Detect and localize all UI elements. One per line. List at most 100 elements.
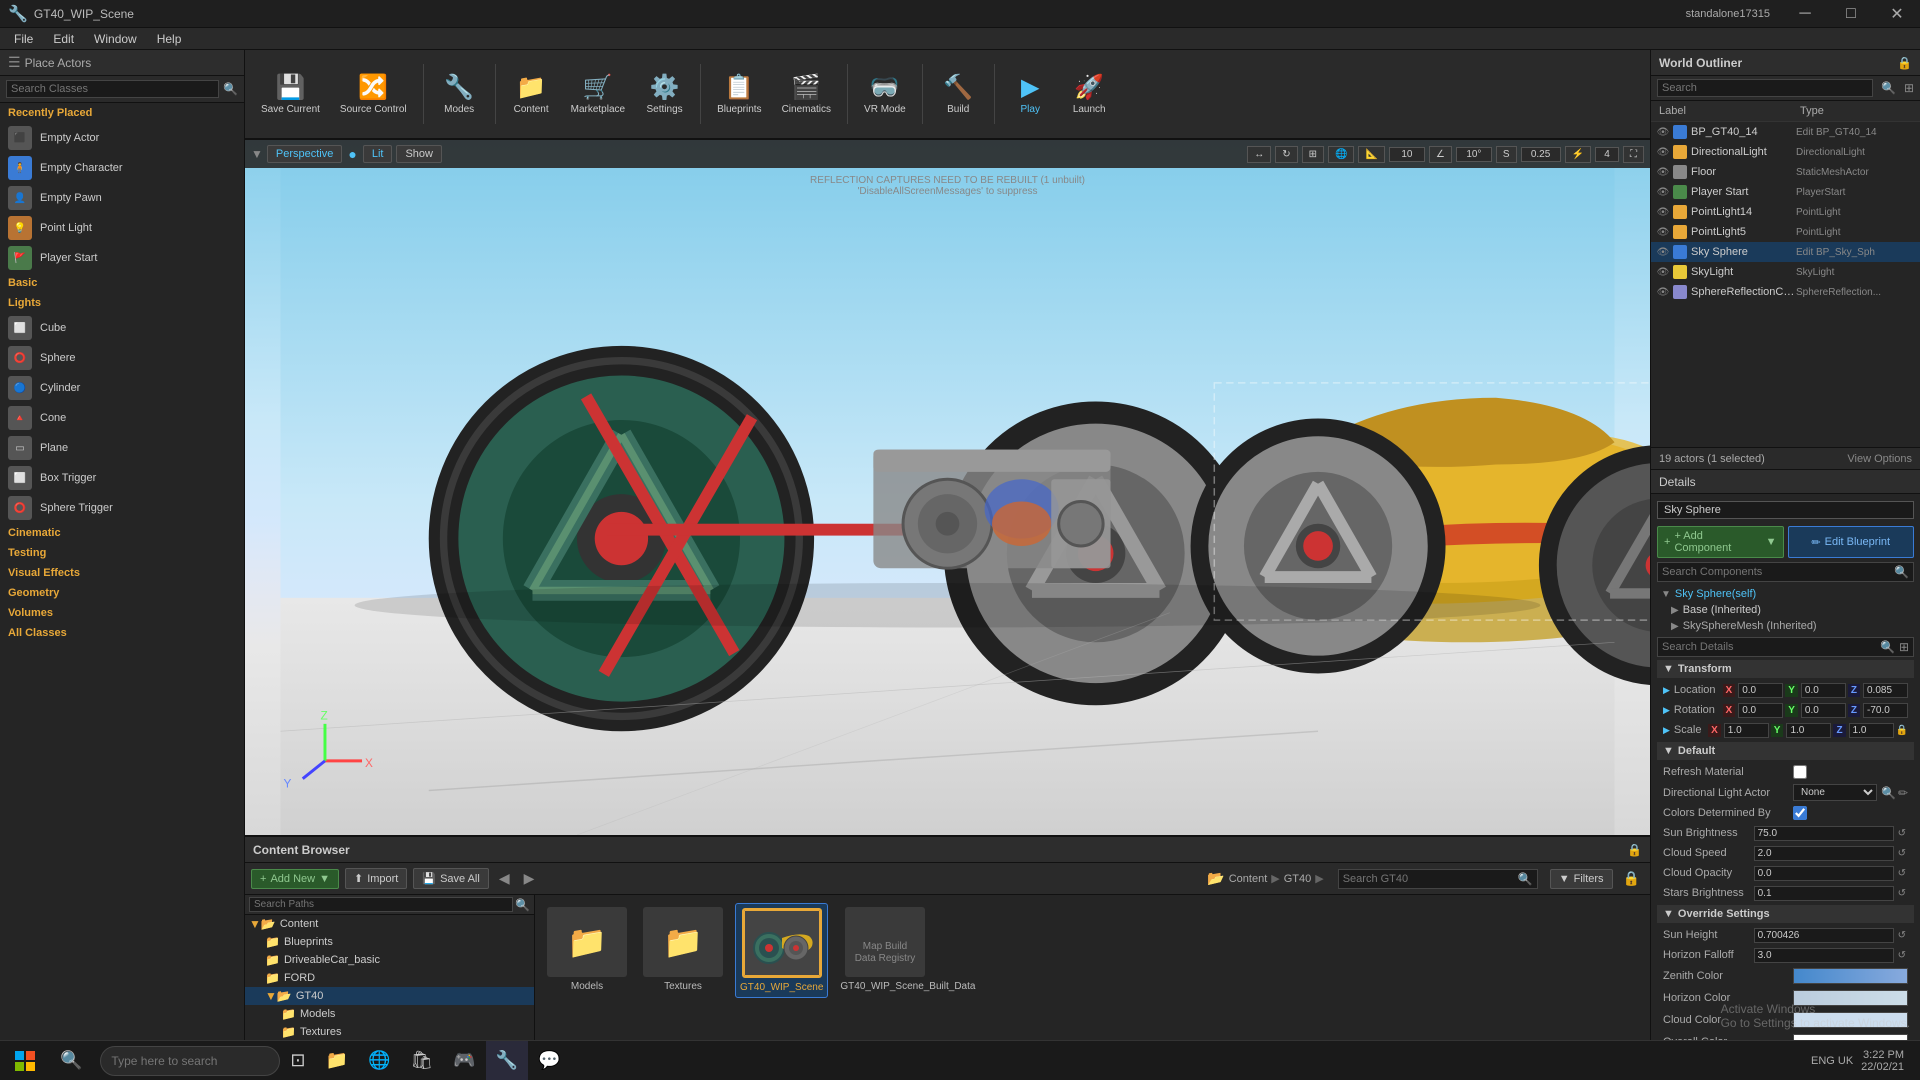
category-testing[interactable]: Testing xyxy=(0,543,244,563)
sun-brightness-input[interactable] xyxy=(1754,826,1894,841)
outliner-row-floor[interactable]: 👁 Floor StaticMeshActor xyxy=(1651,162,1920,182)
taskbar-ue4[interactable]: 🔧 xyxy=(486,1041,528,1080)
horizon-falloff-input[interactable] xyxy=(1754,948,1894,963)
dir-light-actor-select[interactable]: None xyxy=(1793,784,1877,801)
taskbar-start-button[interactable] xyxy=(0,1041,50,1080)
scale-lock-icon[interactable]: 🔒 xyxy=(1896,725,1908,736)
taskbar-app7[interactable]: 💬 xyxy=(528,1041,570,1080)
cloud-opacity-reset[interactable]: ↺ xyxy=(1896,868,1908,879)
folder-textures[interactable]: 📁 Textures xyxy=(245,1023,534,1041)
folder-models[interactable]: 📁 Models xyxy=(245,1005,534,1023)
modes-button[interactable]: 🔧 Modes xyxy=(432,56,487,132)
vis-sky-light[interactable]: 👁 xyxy=(1655,264,1671,280)
cb-search-input[interactable] xyxy=(1343,873,1518,885)
menu-file[interactable]: File xyxy=(4,30,43,48)
category-cinematic[interactable]: Cinematic xyxy=(0,523,244,543)
rotation-x-input[interactable] xyxy=(1738,703,1783,718)
grid-snap-input[interactable] xyxy=(1389,147,1425,162)
actor-plane[interactable]: ▭ Plane xyxy=(0,433,244,463)
outliner-row-bp-gt40[interactable]: 👁 BP_GT40_14 Edit BP_GT40_14 xyxy=(1651,122,1920,142)
vis-sphere-reflect[interactable]: 👁 xyxy=(1655,284,1671,300)
settings-button[interactable]: ⚙️ Settings xyxy=(637,56,692,132)
colors-determined-checkbox[interactable] xyxy=(1793,806,1807,820)
asset-gt40-scene[interactable]: GT40_WIP_Scene xyxy=(735,903,828,998)
asset-gt40-built-data[interactable]: Map Build Data Registry GT40_WIP_Scene_B… xyxy=(836,903,934,996)
outliner-row-point5[interactable]: 👁 PointLight5 PointLight xyxy=(1651,222,1920,242)
taskbar-file-explorer[interactable]: 📁 xyxy=(316,1041,358,1080)
vis-point14[interactable]: 👁 xyxy=(1655,204,1671,220)
cb-lock-icon[interactable]: 🔒 xyxy=(1619,870,1644,887)
scale-icon[interactable]: ⊞ xyxy=(1302,146,1324,163)
vis-dir-light[interactable]: 👁 xyxy=(1655,144,1671,160)
path-content[interactable]: Content xyxy=(1229,873,1268,885)
minimize-button[interactable]: ─ xyxy=(1782,0,1828,28)
component-skyspheremesh[interactable]: ▶ SkySphereMesh (Inherited) xyxy=(1657,618,1914,634)
viewport[interactable]: X Z Y ▼ Perspective ● Lit Show ↔ ↻ ⊞ 🌐 xyxy=(245,140,1650,835)
transform-section-header[interactable]: ▼ Transform xyxy=(1657,660,1914,678)
save-current-button[interactable]: 💾 Save Current xyxy=(253,56,328,132)
world-icon[interactable]: 🌐 xyxy=(1328,146,1354,163)
taskbar-app5[interactable]: 🎮 xyxy=(443,1041,485,1080)
scale-y-input[interactable] xyxy=(1786,723,1831,738)
cloud-opacity-input[interactable] xyxy=(1754,866,1894,881)
dir-light-search-icon[interactable]: 🔍 xyxy=(1881,786,1896,800)
add-new-button[interactable]: + Add New ▼ xyxy=(251,869,339,889)
nav-forward-button[interactable]: ▶ xyxy=(520,870,539,887)
actor-empty-pawn[interactable]: 👤 Empty Pawn xyxy=(0,183,244,213)
search-paths-input[interactable] xyxy=(249,897,513,912)
cam-speed-input[interactable] xyxy=(1595,147,1619,162)
folder-content[interactable]: ▼📂 Content xyxy=(245,915,534,933)
category-visual-effects[interactable]: Visual Effects xyxy=(0,563,244,583)
actor-sphere[interactable]: ⭕ Sphere xyxy=(0,343,244,373)
sun-height-input[interactable] xyxy=(1754,928,1894,943)
outliner-row-dir-light[interactable]: 👁 DirectionalLight DirectionalLight xyxy=(1651,142,1920,162)
category-recently-placed[interactable]: Recently Placed xyxy=(0,103,244,123)
outliner-sort-icon[interactable]: ⊞ xyxy=(1904,81,1914,95)
nav-back-button[interactable]: ◀ xyxy=(495,870,514,887)
taskbar-search[interactable]: 🔍 xyxy=(50,1041,92,1080)
selected-actor-name-input[interactable] xyxy=(1657,501,1914,519)
category-volumes[interactable]: Volumes xyxy=(0,603,244,623)
scale-x-input[interactable] xyxy=(1724,723,1769,738)
actor-empty-actor[interactable]: ⬛ Empty Actor xyxy=(0,123,244,153)
scale-snap-input[interactable] xyxy=(1521,147,1561,162)
component-base-inherited[interactable]: ▶ Base (Inherited) xyxy=(1657,602,1914,618)
override-settings-section-header[interactable]: ▼ Override Settings xyxy=(1657,905,1914,923)
cam-speed-icon[interactable]: ⚡ xyxy=(1565,146,1591,163)
sun-brightness-reset[interactable]: ↺ xyxy=(1896,828,1908,839)
marketplace-button[interactable]: 🛒 Marketplace xyxy=(563,56,633,132)
perspective-button[interactable]: Perspective xyxy=(267,145,342,163)
actor-point-light[interactable]: 💡 Point Light xyxy=(0,213,244,243)
location-z-input[interactable] xyxy=(1863,683,1908,698)
edit-blueprint-button[interactable]: ✏ Edit Blueprint xyxy=(1788,526,1915,558)
save-all-button[interactable]: 💾 Save All xyxy=(413,868,488,889)
vis-player-start[interactable]: 👁 xyxy=(1655,184,1671,200)
outliner-row-player-start[interactable]: 👁 Player Start PlayerStart xyxy=(1651,182,1920,202)
cinematics-button[interactable]: 🎬 Cinematics xyxy=(774,56,839,132)
taskbar-chrome[interactable]: 🌐 xyxy=(358,1041,400,1080)
vis-bp-gt40[interactable]: 👁 xyxy=(1655,124,1671,140)
angle-snap-icon[interactable]: ∠ xyxy=(1429,146,1452,163)
outliner-row-point14[interactable]: 👁 PointLight14 PointLight xyxy=(1651,202,1920,222)
scale-z-input[interactable] xyxy=(1849,723,1894,738)
rotation-z-input[interactable] xyxy=(1863,703,1908,718)
menu-window[interactable]: Window xyxy=(84,30,147,48)
actor-empty-character[interactable]: 🧍 Empty Character xyxy=(0,153,244,183)
actor-sphere-trigger[interactable]: ⭕ Sphere Trigger xyxy=(0,493,244,523)
lit-button[interactable]: Lit xyxy=(363,145,393,163)
translate-icon[interactable]: ↔ xyxy=(1247,146,1271,163)
dir-light-edit-icon[interactable]: ✏ xyxy=(1898,786,1908,800)
category-geometry[interactable]: Geometry xyxy=(0,583,244,603)
category-all-classes[interactable]: All Classes xyxy=(0,623,244,643)
outliner-row-sky-sphere[interactable]: 👁 Sky Sphere Edit BP_Sky_Sph xyxy=(1651,242,1920,262)
horizon-falloff-reset[interactable]: ↺ xyxy=(1896,950,1908,961)
location-x-input[interactable] xyxy=(1738,683,1783,698)
vis-point5[interactable]: 👁 xyxy=(1655,224,1671,240)
actor-cube[interactable]: ⬜ Cube xyxy=(0,313,244,343)
menu-edit[interactable]: Edit xyxy=(43,30,84,48)
angle-snap-input[interactable] xyxy=(1456,147,1492,162)
filters-button[interactable]: ▼ Filters xyxy=(1550,869,1613,889)
cloud-speed-reset[interactable]: ↺ xyxy=(1896,848,1908,859)
zenith-color-swatch[interactable] xyxy=(1793,968,1908,984)
menu-help[interactable]: Help xyxy=(147,30,192,48)
